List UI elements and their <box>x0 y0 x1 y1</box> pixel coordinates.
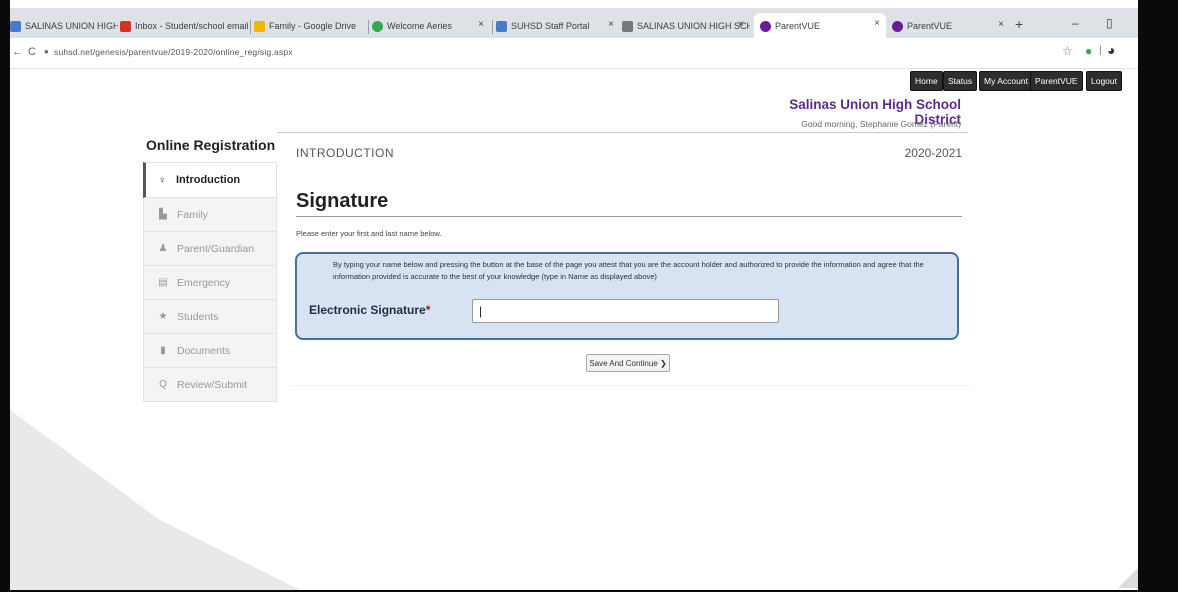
close-tab-icon[interactable]: × <box>478 19 484 30</box>
tab-3[interactable]: Family - Google Drive <box>254 14 366 38</box>
close-tab-icon[interactable]: × <box>998 19 1004 30</box>
address-bar: ← C ● suhsd.net/genesis/parentvue/2019-2… <box>10 38 1138 69</box>
school-year: 2020-2021 <box>904 146 962 160</box>
sidebar-item-label: Introduction <box>176 174 241 186</box>
sidebar-item-label: Parent/Guardian <box>177 242 255 255</box>
back-button[interactable]: ← <box>12 46 23 58</box>
parentvue-icon <box>760 20 771 32</box>
signature-panel: By typing your name below and pressing t… <box>295 252 959 340</box>
close-tab-icon[interactable]: × <box>608 19 614 30</box>
sidebar-item-label: Review/Submit <box>177 378 248 391</box>
tab-4[interactable]: Welcome Aeries × <box>372 14 490 38</box>
lock-icon: ● <box>44 47 49 56</box>
signature-input[interactable]: | <box>472 299 779 323</box>
star-icon: ★ <box>158 311 168 322</box>
close-tab-icon[interactable]: × <box>874 18 880 29</box>
tab-label: SALINAS UNION HIGH SCH... <box>637 21 750 31</box>
home-button[interactable]: Home <box>910 71 943 91</box>
drive-icon <box>254 20 265 32</box>
tab-label: ParentVUE <box>907 21 953 31</box>
site-favicon-icon <box>622 20 633 32</box>
sidebar-item-documents[interactable]: ▮ Documents <box>143 334 277 368</box>
building-icon: ▙ <box>159 209 167 220</box>
parentvue-button[interactable]: ParentVUE <box>1030 71 1083 91</box>
content-divider <box>290 385 970 386</box>
site-favicon-icon <box>10 20 21 32</box>
tab-label: Welcome Aeries <box>387 21 452 31</box>
lock-icon: ▤ <box>158 277 168 288</box>
gmail-icon <box>120 20 131 32</box>
search-icon: Q <box>159 379 167 390</box>
url-field[interactable]: suhsd.net/genesis/parentvue/2019-2020/on… <box>54 47 293 57</box>
minimize-button[interactable]: – <box>1072 16 1079 30</box>
agreement-text: By typing your name below and pressing t… <box>333 260 924 281</box>
corner-shape <box>1118 568 1138 588</box>
greeting-text: Good morning, Stephanie Gomez (Parent) <box>801 119 961 129</box>
close-tab-icon[interactable]: × <box>738 19 744 30</box>
section-heading: INTRODUCTION <box>296 146 394 160</box>
sidebar-item-label: Emergency <box>177 276 231 289</box>
tab-label: Inbox - Student/school email <box>135 21 248 31</box>
star-icon[interactable]: ☆ <box>1062 44 1073 58</box>
tab-separator <box>492 20 493 34</box>
aeries-icon <box>372 20 383 32</box>
tab-label: Family - Google Drive <box>269 21 357 31</box>
sidebar-item-emergency[interactable]: ▤ Emergency <box>143 266 277 300</box>
sidebar-item-parent-guardian[interactable]: ♟ Parent/Guardian <box>143 232 277 266</box>
background-shape <box>10 410 300 590</box>
tab-strip: SALINAS UNION HIGH SCH... Inbox - Studen… <box>10 8 1138 39</box>
sidebar-item-family[interactable]: ▙ Family <box>143 198 277 232</box>
tab-1[interactable]: SALINAS UNION HIGH SCH... <box>10 14 118 38</box>
divider: | <box>1099 45 1102 56</box>
signature-label-text: Electronic Signature <box>309 303 426 317</box>
browser-window: SALINAS UNION HIGH SCH... Inbox - Studen… <box>10 0 1138 590</box>
tab-8[interactable]: ParentVUE × <box>886 14 1010 38</box>
tab-label: ParentVUE <box>775 21 821 31</box>
header-divider <box>278 132 968 133</box>
page-title: Signature <box>296 190 389 212</box>
title-divider <box>296 216 962 217</box>
tab-label: SUHSD Staff Portal <box>511 21 590 31</box>
my-account-button[interactable]: My Account <box>979 71 1033 91</box>
sidebar-item-label: Family <box>177 208 208 221</box>
logout-button[interactable]: Logout <box>1086 71 1122 91</box>
sidebar-title: Online Registration <box>146 137 276 153</box>
status-button[interactable]: Status <box>943 71 978 91</box>
reload-button[interactable]: C <box>28 46 36 58</box>
tab-separator <box>250 20 251 34</box>
instruction-text: Please enter your first and last name be… <box>296 229 442 238</box>
parentvue-icon <box>892 20 903 32</box>
new-tab-button[interactable]: + <box>1015 16 1023 32</box>
profile-icon[interactable]: ◕ <box>1107 42 1115 58</box>
extension-icon[interactable]: ● <box>1085 44 1092 58</box>
document-icon: ▮ <box>160 345 166 356</box>
sidebar-item-review-submit[interactable]: Q Review/Submit <box>143 368 277 402</box>
tab-7-active[interactable]: ParentVUE × <box>754 13 886 39</box>
portal-icon <box>496 20 507 32</box>
tab-2[interactable]: Inbox - Student/school email <box>120 14 248 38</box>
user-icon: ♟ <box>158 243 168 254</box>
sidebar-item-label: Students <box>177 310 219 323</box>
tab-separator <box>368 20 369 34</box>
sidebar-item-students[interactable]: ★ Students <box>143 300 277 334</box>
sidebar-item-introduction[interactable]: ♀ Introduction <box>143 162 277 198</box>
tab-5[interactable]: SUHSD Staff Portal × <box>496 14 620 38</box>
signature-label: Electronic Signature* <box>309 303 430 317</box>
maximize-button[interactable]: ▯ <box>1106 16 1113 30</box>
sidebar-nav: ♀ Introduction ▙ Family ♟ Parent/Guardia… <box>143 162 277 402</box>
lightbulb-icon: ♀ <box>158 174 166 186</box>
sidebar-item-label: Documents <box>177 344 231 357</box>
save-and-continue-button[interactable]: Save And Continue ❯ <box>586 354 670 372</box>
tab-6[interactable]: SALINAS UNION HIGH SCH... × <box>622 14 750 38</box>
required-marker: * <box>425 303 431 317</box>
tab-label: SALINAS UNION HIGH SCH... <box>25 21 118 31</box>
